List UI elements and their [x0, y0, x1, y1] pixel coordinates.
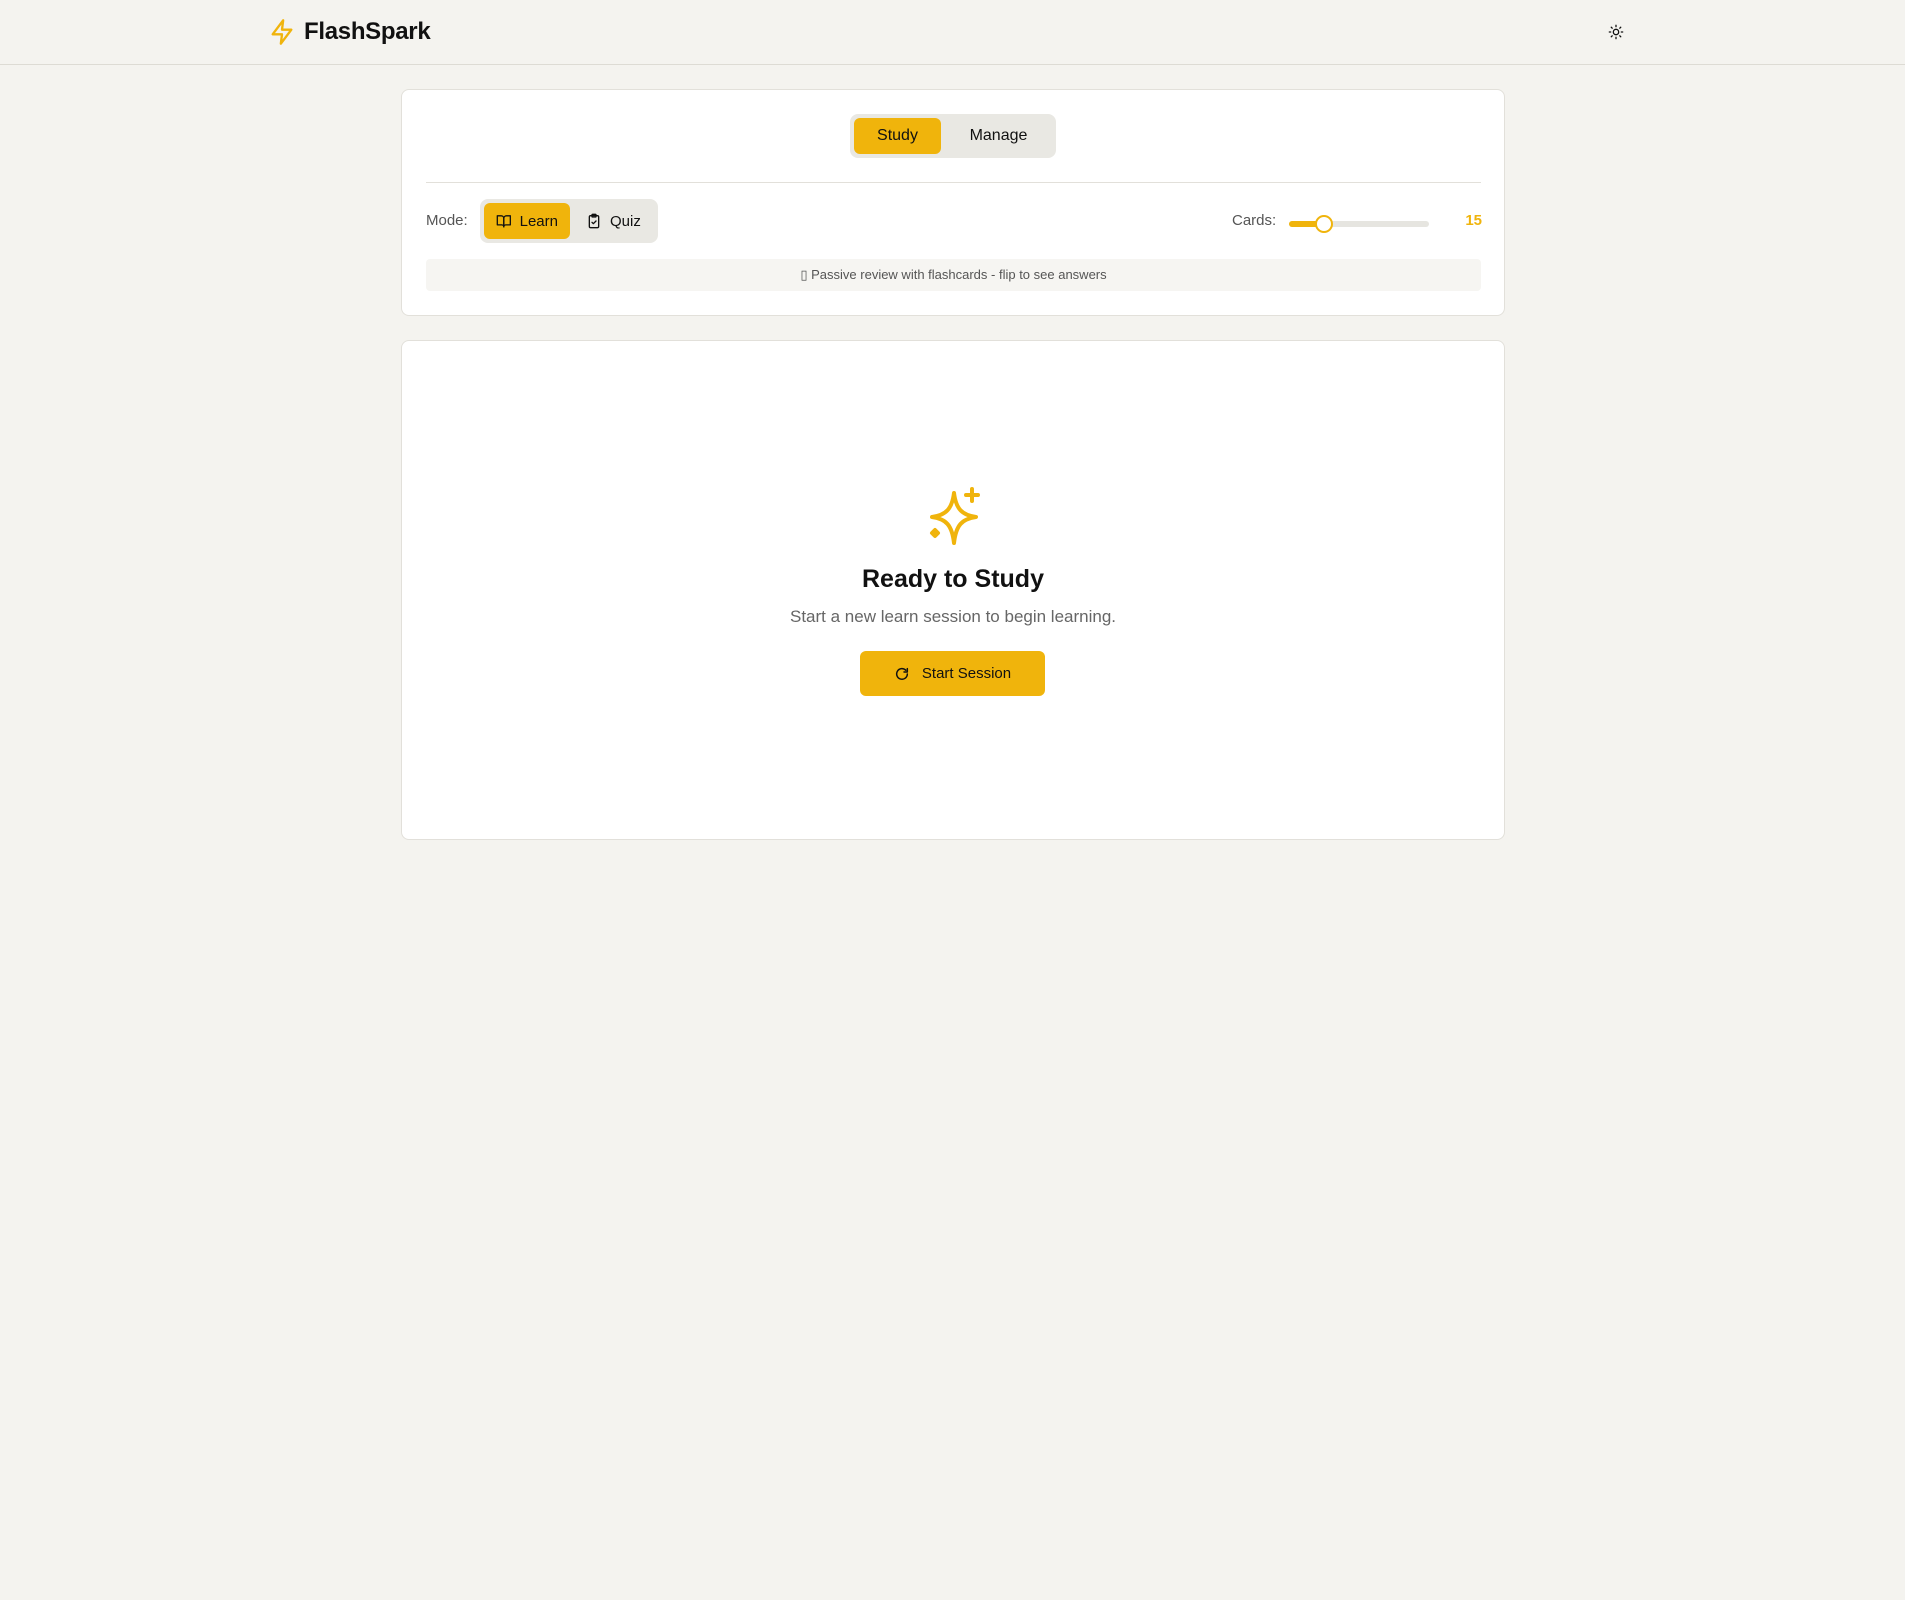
mode-quiz-button[interactable]: Quiz [574, 203, 654, 239]
mode-learn-label: Learn [519, 212, 558, 230]
start-session-label: Start Session [921, 665, 1012, 682]
cards-label: Cards: [1232, 212, 1277, 229]
divider [426, 182, 1481, 183]
controls-card: Study Manage Mode: Learn Quiz Cards: 15 … [401, 89, 1505, 316]
app-title: FlashSpark [304, 18, 431, 45]
sun-icon [1608, 24, 1624, 40]
empty-state-title: Ready to Study [862, 565, 1044, 593]
mode-hint: ▯ Passive review with flashcards - flip … [426, 259, 1481, 291]
book-open-icon [496, 215, 511, 228]
brand[interactable]: FlashSpark [268, 16, 431, 48]
mode-label: Mode: [426, 212, 468, 229]
empty-state: Ready to Study Start a new learn session… [402, 341, 1504, 839]
slider-thumb[interactable] [1315, 215, 1333, 233]
session-card: Ready to Study Start a new learn session… [401, 340, 1505, 840]
clipboard-check-icon [588, 213, 600, 229]
top-bar: FlashSpark [0, 0, 1905, 65]
sparkles-icon [930, 487, 980, 545]
mode-quiz-label: Quiz [610, 212, 641, 230]
mode-selector: Learn Quiz [480, 199, 658, 243]
cards-slider[interactable] [1289, 215, 1429, 233]
start-session-button[interactable]: Start Session [860, 651, 1045, 696]
cards-value: 15 [1465, 212, 1482, 229]
tab-manage[interactable]: Manage [945, 118, 1052, 154]
tab-study[interactable]: Study [854, 118, 941, 154]
view-tabs: Study Manage [850, 114, 1056, 158]
theme-toggle-button[interactable] [1602, 18, 1630, 46]
refresh-icon [895, 667, 908, 680]
lightning-bolt-icon [271, 19, 293, 45]
empty-state-subtitle: Start a new learn session to begin learn… [789, 607, 1117, 626]
mode-learn-button[interactable]: Learn [484, 203, 570, 239]
